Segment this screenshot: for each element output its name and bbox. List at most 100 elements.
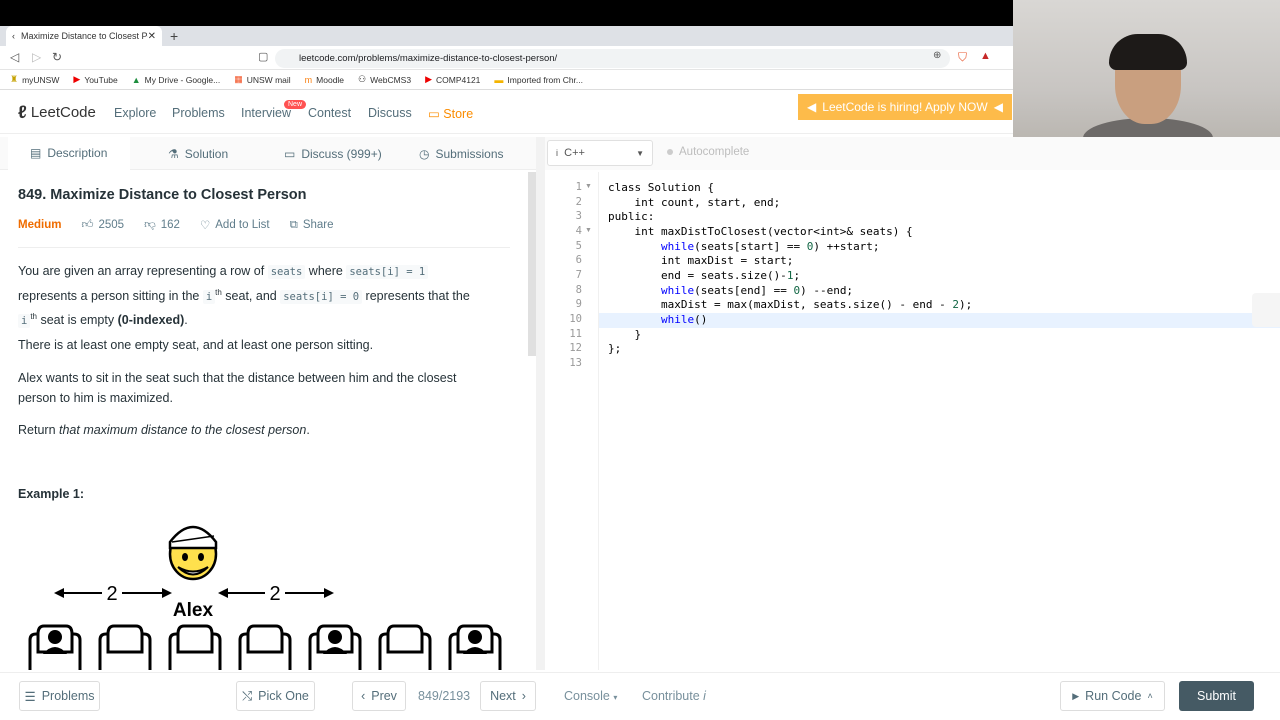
bookmark-item[interactable]: ⚇ WebCMS3 [358,74,411,85]
fold-arrow-icon[interactable]: ▼ [585,227,592,234]
occupied-seat-icon [308,624,362,670]
code-line[interactable]: end = seats.size()-1; [608,269,972,284]
nav-store[interactable]: ▭ Store [428,106,473,121]
code-line[interactable]: public: [608,210,972,225]
description-paragraph: You are given an array representing a ro… [18,264,470,329]
speaker-icon: ◀ [807,100,817,114]
language-select[interactable]: i C++ ▼ [547,140,653,166]
thumbs-up-icon: 👍︎ [81,219,94,231]
code-line[interactable]: class Solution { [608,181,972,196]
right-distance-label: 2 [269,583,280,605]
share-button[interactable]: ⧉ Share [290,219,334,232]
tab-discuss[interactable]: ▭ Discuss (999+) [284,137,382,170]
line-number: 9 [575,298,582,311]
bookmark-item[interactable]: ▦ UNSW mail [234,74,290,85]
leetcode-logo-icon: ℓ [18,102,27,122]
problems-button[interactable]: ☰ Problems [19,681,100,711]
dislike-button[interactable]: 👎︎ 162 [144,218,180,232]
code-line[interactable]: int maxDist = start; [608,254,972,269]
address-bar[interactable]: leetcode.com/problems/maximize-distance-… [275,49,950,68]
play-icon: ▶ [1072,690,1080,701]
info-icon: i [556,148,558,158]
description-paragraph: There is at least one empty seat, and at… [18,338,374,352]
like-button[interactable]: 👍︎ 2505 [81,218,124,232]
editor-toolbar [545,137,1280,170]
console-toggle[interactable]: Console ▾ [564,689,617,703]
line-number: 1 [575,181,582,193]
reload-icon[interactable]: ↻ [52,50,62,64]
line-number: 8 [575,283,582,296]
code-line[interactable]: }; [608,342,972,357]
submit-button[interactable]: Submit [1179,681,1254,711]
next-button[interactable]: Next › [480,681,536,711]
rewards-icon[interactable]: ▲ [980,50,991,62]
bookmark-item[interactable]: ▶ YouTube [73,74,117,85]
brave-shield-icon[interactable]: ⛉ [958,50,967,65]
add-to-list-button[interactable]: ♡ Add to List [200,218,270,232]
hiring-banner[interactable]: ◀ LeetCode is hiring! Apply NOW ◀ [798,94,1012,120]
pick-one-button[interactable]: ⤭ Pick One [236,681,315,711]
nav-explore[interactable]: Explore [114,106,156,120]
line-number: 6 [575,254,582,267]
line-number: 13 [569,356,582,369]
chevron-up-icon: ˄ [1147,691,1153,701]
browser-tab-title: Maximize Distance to Closest Per [21,31,148,41]
alex-avatar [168,525,218,581]
code-line[interactable]: int maxDistToClosest(vector<int>& seats)… [608,225,972,240]
code-line[interactable]: while() [608,313,972,328]
occupied-seat-icon [28,624,82,670]
seats-row [28,624,502,670]
browser-tab[interactable]: ‹ Maximize Distance to Closest Per ✕ [6,26,162,46]
code-line[interactable]: while(seats[start] == 0) ++start; [608,240,972,255]
bookmark-item[interactable]: ♜ myUNSW [10,74,59,85]
bookmark-item[interactable]: m Moodle [305,75,344,85]
close-tab-icon[interactable]: ✕ [148,31,156,42]
fold-arrow-icon[interactable]: ▼ [585,183,592,190]
drive-icon: ▲ [131,74,141,85]
autocomplete-toggle[interactable]: Autocomplete [667,146,749,158]
speaker-icon: ◀ [993,100,1003,114]
line-number: 7 [575,268,582,281]
description-scrollbar[interactable] [528,172,536,356]
chevron-right-icon: › [521,689,526,703]
tab-solution[interactable]: ⚗ Solution [168,137,228,170]
tab-description[interactable]: ▤ Description [8,137,130,170]
prev-button[interactable]: ‹ Prev [352,681,406,711]
nav-interview[interactable]: Interview [241,106,291,120]
zoom-icon[interactable]: ⊕ [933,50,941,61]
leetcode-logo[interactable]: ℓ LeetCode [18,102,96,123]
bookmark-item[interactable]: ▬ Imported from Chr... [494,75,583,85]
empty-seat-icon [168,624,222,670]
chat-icon: ▭ [284,146,296,161]
share-icon: ⧉ [289,218,298,231]
tab-submissions[interactable]: ◷ Submissions [419,137,504,170]
store-icon: ▭ [428,107,440,121]
nav-contest[interactable]: Contest [308,106,351,120]
code-line[interactable]: maxDist = max(maxDist, seats.size() - en… [608,298,972,313]
code-editor[interactable]: class Solution { int count, start, end; p… [608,181,972,372]
nav-discuss[interactable]: Discuss [368,106,412,120]
empty-seat-icon [378,624,432,670]
nav-problems[interactable]: Problems [172,106,225,120]
bookmark-icon[interactable]: ▢ [258,50,268,63]
code-line[interactable]: while(seats[end] == 0) --end; [608,284,972,299]
code-line[interactable]: } [608,328,972,343]
new-badge: New [284,100,307,109]
line-number: 10 [569,312,582,325]
code-line[interactable]: int count, start, end; [608,196,972,211]
contribute-link[interactable]: Contribute i [642,689,706,703]
empty-seat-icon [238,624,292,670]
side-panel-handle[interactable] [1252,293,1280,327]
code-line[interactable] [608,357,972,372]
forward-icon[interactable]: ▷ [32,50,41,64]
pane-divider[interactable] [536,137,545,670]
back-icon[interactable]: ◁ [10,50,19,64]
run-code-button[interactable]: ▶ Run Code ˄ [1060,681,1165,711]
bookmark-item[interactable]: ▶ COMP4121 [425,74,480,85]
bookmark-item[interactable]: ▲ My Drive - Google... [132,75,221,85]
list-icon: ☰ [24,689,36,704]
clock-icon: ◷ [419,146,430,161]
youtube-icon: ▶ [425,74,432,84]
new-tab-icon[interactable]: + [170,28,178,44]
example-figure: 2 2 Alex [28,525,502,670]
